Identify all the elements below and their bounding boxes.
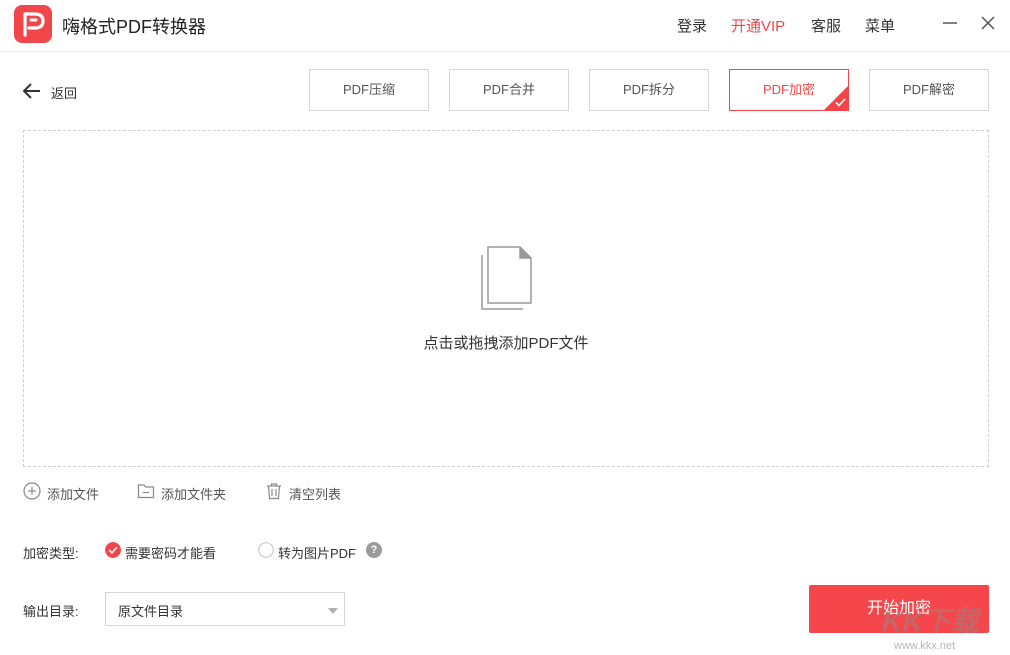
radio-to-image-pdf[interactable]: 转为图片PDF	[258, 541, 363, 561]
question-icon[interactable]: ?	[366, 542, 382, 558]
app-title: 嗨格式PDF转换器	[62, 17, 206, 37]
close-icon[interactable]	[978, 13, 998, 33]
add-file-label: 添加文件	[47, 487, 100, 502]
documents-icon	[481, 246, 532, 310]
encrypt-type-label: 加密类型:	[23, 546, 79, 561]
folder-icon	[137, 484, 155, 499]
clear-list-label: 清空列表	[289, 487, 342, 502]
radio-checked-icon	[105, 542, 121, 558]
output-dir-value: 原文件目录	[118, 604, 184, 619]
minimize-icon[interactable]	[940, 13, 960, 33]
tab-pdf-compress[interactable]: PDF压缩	[309, 69, 429, 111]
tab-pdf-decrypt[interactable]: PDF解密	[869, 69, 989, 111]
back-label: 返回	[51, 86, 78, 101]
radio-password-required[interactable]: 需要密码才能看	[105, 541, 230, 561]
trash-icon	[267, 483, 281, 500]
chevron-down-icon	[328, 608, 338, 614]
dropzone-text: 点击或拖拽添加PDF文件	[423, 335, 589, 352]
arrow-left-icon	[23, 83, 40, 99]
file-dropzone[interactable]: 点击或拖拽添加PDF文件	[23, 130, 989, 467]
tab-label: PDF拆分	[622, 82, 675, 97]
tab-label: PDF加密	[762, 82, 815, 97]
add-folder-label: 添加文件夹	[161, 487, 227, 502]
check-icon	[835, 98, 846, 107]
service-link[interactable]: 客服	[811, 15, 841, 36]
login-link[interactable]: 登录	[677, 15, 707, 36]
tab-label: PDF合并	[482, 82, 535, 97]
watermark-url: www.kkx.net	[894, 640, 956, 652]
title-bar: 嗨格式PDF转换器 登录 开通VIP 客服 菜单	[0, 0, 1010, 52]
output-dir-select[interactable]: 原文件目录	[105, 592, 345, 626]
tab-pdf-encrypt[interactable]: PDF加密	[729, 69, 849, 111]
vip-link[interactable]: 开通VIP	[731, 15, 785, 36]
menu-link[interactable]: 菜单	[865, 15, 895, 36]
plus-circle-icon	[23, 482, 41, 500]
radio-password-label: 需要密码才能看	[125, 546, 217, 561]
tab-label: PDF压缩	[342, 82, 395, 97]
add-file-button[interactable]: 添加文件	[23, 481, 108, 503]
app-logo-icon	[14, 5, 52, 43]
radio-image-pdf-label: 转为图片PDF	[278, 546, 357, 561]
output-dir-label: 输出目录:	[23, 604, 79, 619]
tab-label: PDF解密	[902, 82, 955, 97]
radio-unchecked-icon	[258, 542, 274, 558]
tab-pdf-merge[interactable]: PDF合并	[449, 69, 569, 111]
clear-list-button[interactable]: 清空列表	[265, 481, 350, 503]
tab-pdf-split[interactable]: PDF拆分	[589, 69, 709, 111]
add-folder-button[interactable]: 添加文件夹	[137, 481, 237, 503]
start-encrypt-button[interactable]: 开始加密	[809, 585, 989, 633]
